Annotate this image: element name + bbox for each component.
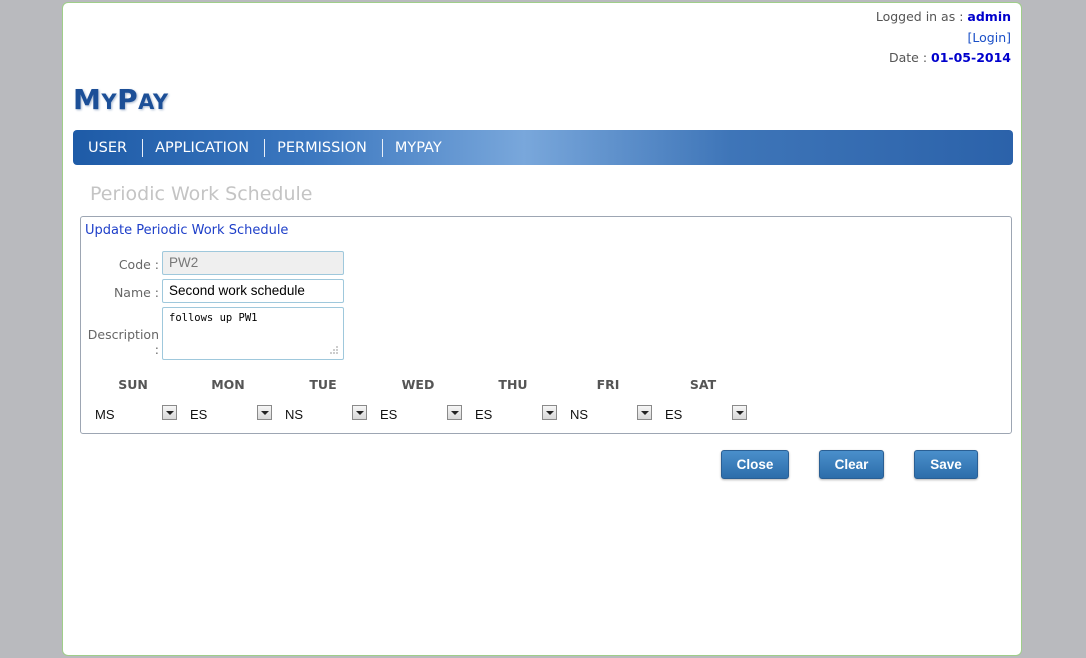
day-header-thu: THU [498, 377, 528, 392]
clear-button[interactable]: Clear [819, 450, 884, 479]
logged-in-label: Logged in as : [875, 9, 964, 24]
sun-shift-value: MS [95, 407, 115, 422]
description-text: follows up PW1 [169, 312, 258, 324]
code-field[interactable]: PW2 [162, 251, 344, 275]
panel-title: Update Periodic Work Schedule [85, 223, 289, 238]
dropdown-arrow-icon[interactable] [162, 405, 177, 420]
save-button[interactable]: Save [914, 450, 978, 479]
dropdown-arrow-icon[interactable] [732, 405, 747, 420]
dropdown-arrow-icon[interactable] [447, 405, 462, 420]
resize-grip-icon[interactable] [329, 345, 339, 355]
day-header-wed: WED [401, 377, 435, 392]
main-nav: USER APPLICATION PERMISSION MYPAY [73, 130, 1013, 165]
dropdown-arrow-icon[interactable] [637, 405, 652, 420]
day-header-tue: TUE [309, 377, 337, 392]
app-logo: MYPAY [73, 83, 169, 116]
day-header-sat: SAT [689, 377, 717, 392]
nav-application[interactable]: APPLICATION [143, 139, 264, 157]
name-field[interactable]: Second work schedule [162, 279, 344, 303]
tue-shift-value: NS [285, 407, 304, 422]
close-button[interactable]: Close [721, 450, 789, 479]
sun-shift-select[interactable]: MS [95, 405, 177, 423]
date-value: 01-05-2014 [931, 50, 1011, 65]
dropdown-arrow-icon[interactable] [542, 405, 557, 420]
fri-shift-value: NS [570, 407, 589, 422]
main-page: Logged in as : admin [Login] Date : 01-0… [62, 2, 1022, 656]
user-info: Logged in as : admin [Login] Date : 01-0… [876, 7, 1011, 69]
mon-shift-select[interactable]: ES [190, 405, 272, 423]
day-header-sun: SUN [118, 377, 148, 392]
code-label: Code : [118, 257, 159, 272]
description-label: Description : [87, 327, 159, 357]
wed-shift-select[interactable]: ES [380, 405, 462, 423]
username: admin [967, 9, 1011, 24]
mon-shift-value: ES [190, 407, 208, 422]
name-label: Name : [113, 285, 159, 300]
day-header-mon: MON [211, 377, 245, 392]
sat-shift-select[interactable]: ES [665, 405, 747, 423]
nav-mypay[interactable]: MYPAY [383, 139, 457, 157]
description-field[interactable]: follows up PW1 [162, 307, 344, 360]
nav-user[interactable]: USER [76, 139, 142, 157]
day-header-fri: FRI [596, 377, 620, 392]
nav-permission[interactable]: PERMISSION [265, 139, 382, 157]
login-link[interactable]: [Login] [968, 30, 1011, 45]
fri-shift-select[interactable]: NS [570, 405, 652, 423]
date-label: Date : [888, 50, 928, 65]
thu-shift-value: ES [475, 407, 493, 422]
thu-shift-select[interactable]: ES [475, 405, 557, 423]
update-form-panel: Update Periodic Work Schedule Code : PW2… [80, 216, 1012, 434]
page-title: Periodic Work Schedule [90, 183, 313, 205]
wed-shift-value: ES [380, 407, 398, 422]
dropdown-arrow-icon[interactable] [352, 405, 367, 420]
dropdown-arrow-icon[interactable] [257, 405, 272, 420]
sat-shift-value: ES [665, 407, 683, 422]
tue-shift-select[interactable]: NS [285, 405, 367, 423]
